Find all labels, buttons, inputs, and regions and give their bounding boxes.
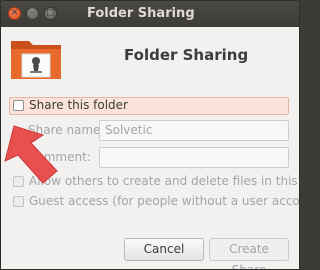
window-title: Folder Sharing (87, 6, 195, 21)
allow-others-label: Allow others to create and delete files … (29, 174, 299, 188)
minimize-icon: – (30, 8, 35, 18)
close-window-button[interactable]: ✕ (8, 7, 21, 20)
maximize-icon: □ (46, 8, 55, 18)
cancel-button[interactable]: Cancel (124, 238, 204, 261)
minimize-window-button[interactable]: – (26, 7, 39, 20)
share-name-input[interactable]: Solvetic (99, 120, 289, 141)
maximize-window-button[interactable]: □ (44, 7, 57, 20)
share-folder-label: Share this folder (29, 98, 128, 112)
arrow-annotation-icon (4, 125, 58, 184)
folder-sharing-dialog: ✕ – □ Folder Sharing Folder Sharing Shar… (0, 0, 300, 270)
close-icon: ✕ (10, 8, 19, 18)
guest-access-checkbox[interactable] (13, 196, 24, 207)
create-share-button[interactable]: Create Share (209, 238, 289, 269)
comment-input[interactable] (99, 147, 289, 168)
guest-access-label: Guest access (for people without a user … (29, 194, 300, 208)
dialog-title: Folder Sharing (124, 46, 249, 64)
share-folder-checkbox[interactable] (13, 100, 24, 111)
folder-share-icon (11, 41, 61, 79)
title-bar: ✕ – □ Folder Sharing (1, 1, 299, 27)
